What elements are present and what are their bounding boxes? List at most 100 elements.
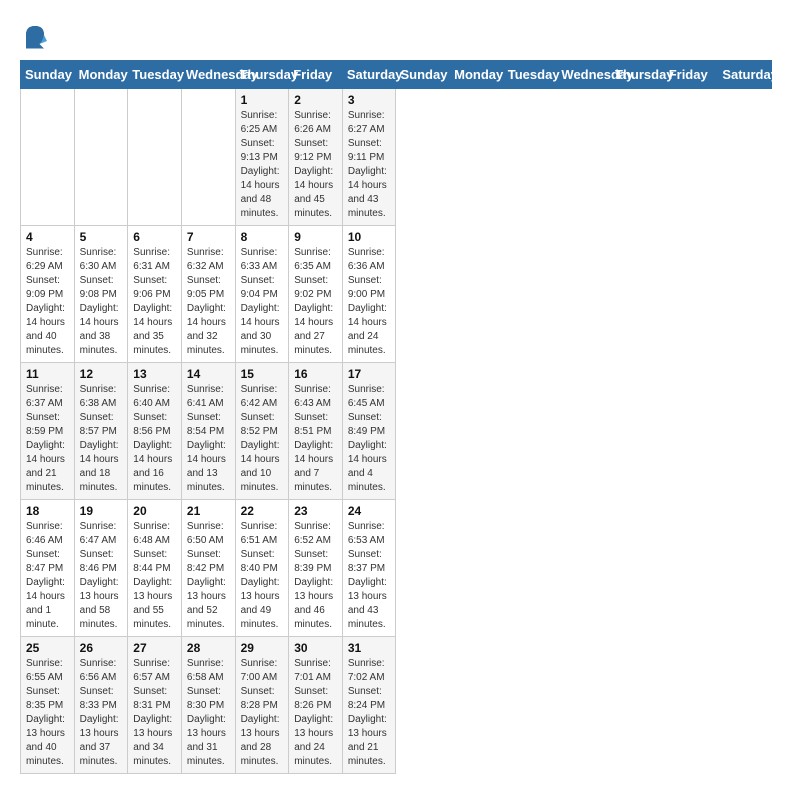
day-info: Sunrise: 6:30 AM Sunset: 9:08 PM Dayligh… <box>80 246 123 358</box>
calendar-cell: 23 Sunrise: 6:52 AM Sunset: 8:39 PM Dayli… <box>289 500 343 637</box>
calendar-cell: 18Sunrise: 6:46 AM Sunset: 8:47 PM Dayli… <box>21 500 75 637</box>
day-info: Sunrise: 6:36 AM Sunset: 9:00 PM Dayligh… <box>348 246 391 358</box>
day-info: Sunrise: 6:38 AM Sunset: 8:57 PM Dayligh… <box>80 383 123 495</box>
calendar-cell: 3 Sunrise: 6:27 AM Sunset: 9:11 PM Daylig… <box>342 89 396 226</box>
day-info: Sunrise: 6:52 AM Sunset: 8:39 PM Dayligh… <box>294 520 337 632</box>
day-info: Sunrise: 6:35 AM Sunset: 9:02 PM Dayligh… <box>294 246 337 358</box>
header-tuesday: Tuesday <box>503 61 557 89</box>
calendar-cell: 7 Sunrise: 6:32 AM Sunset: 9:05 PM Daylig… <box>181 226 235 363</box>
day-info: Sunrise: 6:53 AM Sunset: 8:37 PM Dayligh… <box>348 520 391 632</box>
day-info: Sunrise: 6:27 AM Sunset: 9:11 PM Dayligh… <box>348 109 391 221</box>
day-number: 26 <box>80 641 123 655</box>
day-info: Sunrise: 7:00 AM Sunset: 8:28 PM Dayligh… <box>241 657 284 769</box>
day-number: 28 <box>187 641 230 655</box>
calendar-cell: 20 Sunrise: 6:48 AM Sunset: 8:44 PM Dayli… <box>128 500 182 637</box>
calendar-cell: 19 Sunrise: 6:47 AM Sunset: 8:46 PM Dayli… <box>74 500 128 637</box>
header-wednesday: Wednesday <box>557 61 611 89</box>
day-number: 27 <box>133 641 176 655</box>
day-info: Sunrise: 6:51 AM Sunset: 8:40 PM Dayligh… <box>241 520 284 632</box>
calendar-week-row: 18Sunrise: 6:46 AM Sunset: 8:47 PM Dayli… <box>21 500 772 637</box>
day-number: 19 <box>80 504 123 518</box>
day-info: Sunrise: 6:43 AM Sunset: 8:51 PM Dayligh… <box>294 383 337 495</box>
day-number: 24 <box>348 504 391 518</box>
day-number: 11 <box>26 367 69 381</box>
header-friday: Friday <box>664 61 718 89</box>
day-number: 20 <box>133 504 176 518</box>
day-number: 13 <box>133 367 176 381</box>
calendar-week-row: 25 Sunrise: 6:55 AM Sunset: 8:35 PM Dayli… <box>21 637 772 774</box>
header-sunday: Sunday <box>396 61 450 89</box>
day-number: 15 <box>241 367 284 381</box>
day-number: 14 <box>187 367 230 381</box>
day-number: 16 <box>294 367 337 381</box>
header-saturday: Saturday <box>342 61 396 89</box>
day-info: Sunrise: 6:41 AM Sunset: 8:54 PM Dayligh… <box>187 383 230 495</box>
calendar-week-row: 1Sunrise: 6:25 AM Sunset: 9:13 PM Daylig… <box>21 89 772 226</box>
header-monday: Monday <box>74 61 128 89</box>
day-number: 9 <box>294 230 337 244</box>
calendar-cell <box>74 89 128 226</box>
day-number: 23 <box>294 504 337 518</box>
day-info: Sunrise: 6:42 AM Sunset: 8:52 PM Dayligh… <box>241 383 284 495</box>
day-info: Sunrise: 6:45 AM Sunset: 8:49 PM Dayligh… <box>348 383 391 495</box>
calendar-cell: 25 Sunrise: 6:55 AM Sunset: 8:35 PM Dayli… <box>21 637 75 774</box>
day-info: Sunrise: 6:47 AM Sunset: 8:46 PM Dayligh… <box>80 520 123 632</box>
day-info: Sunrise: 6:29 AM Sunset: 9:09 PM Dayligh… <box>26 246 69 358</box>
calendar-cell: 14 Sunrise: 6:41 AM Sunset: 8:54 PM Dayli… <box>181 363 235 500</box>
day-info: Sunrise: 6:48 AM Sunset: 8:44 PM Dayligh… <box>133 520 176 632</box>
day-number: 8 <box>241 230 284 244</box>
calendar-cell: 13 Sunrise: 6:40 AM Sunset: 8:56 PM Dayli… <box>128 363 182 500</box>
day-info: Sunrise: 6:58 AM Sunset: 8:30 PM Dayligh… <box>187 657 230 769</box>
calendar-cell: 24 Sunrise: 6:53 AM Sunset: 8:37 PM Dayli… <box>342 500 396 637</box>
calendar-cell: 26 Sunrise: 6:56 AM Sunset: 8:33 PM Dayli… <box>74 637 128 774</box>
header-thursday: Thursday <box>611 61 665 89</box>
day-info: Sunrise: 6:32 AM Sunset: 9:05 PM Dayligh… <box>187 246 230 358</box>
day-number: 7 <box>187 230 230 244</box>
day-number: 31 <box>348 641 391 655</box>
day-number: 3 <box>348 93 391 107</box>
day-number: 4 <box>26 230 69 244</box>
calendar-cell: 27 Sunrise: 6:57 AM Sunset: 8:31 PM Dayli… <box>128 637 182 774</box>
day-info: Sunrise: 6:56 AM Sunset: 8:33 PM Dayligh… <box>80 657 123 769</box>
day-number: 6 <box>133 230 176 244</box>
calendar-cell <box>21 89 75 226</box>
header-wednesday: Wednesday <box>181 61 235 89</box>
day-number: 10 <box>348 230 391 244</box>
header-monday: Monday <box>450 61 504 89</box>
day-info: Sunrise: 7:02 AM Sunset: 8:24 PM Dayligh… <box>348 657 391 769</box>
day-info: Sunrise: 6:55 AM Sunset: 8:35 PM Dayligh… <box>26 657 69 769</box>
calendar-cell: 4 Sunrise: 6:29 AM Sunset: 9:09 PM Daylig… <box>21 226 75 363</box>
day-number: 30 <box>294 641 337 655</box>
calendar-cell: 30 Sunrise: 7:01 AM Sunset: 8:26 PM Dayli… <box>289 637 343 774</box>
calendar-cell: 21Sunrise: 6:50 AM Sunset: 8:42 PM Dayli… <box>181 500 235 637</box>
calendar-cell: 2 Sunrise: 6:26 AM Sunset: 9:12 PM Daylig… <box>289 89 343 226</box>
day-info: Sunrise: 7:01 AM Sunset: 8:26 PM Dayligh… <box>294 657 337 769</box>
calendar-cell <box>181 89 235 226</box>
calendar-cell: 8 Sunrise: 6:33 AM Sunset: 9:04 PM Daylig… <box>235 226 289 363</box>
day-info: Sunrise: 6:33 AM Sunset: 9:04 PM Dayligh… <box>241 246 284 358</box>
day-number: 17 <box>348 367 391 381</box>
day-info: Sunrise: 6:26 AM Sunset: 9:12 PM Dayligh… <box>294 109 337 221</box>
calendar-cell: 31 Sunrise: 7:02 AM Sunset: 8:24 PM Dayli… <box>342 637 396 774</box>
header-tuesday: Tuesday <box>128 61 182 89</box>
calendar-cell: 6Sunrise: 6:31 AM Sunset: 9:06 PM Daylig… <box>128 226 182 363</box>
calendar-cell: 22 Sunrise: 6:51 AM Sunset: 8:40 PM Dayli… <box>235 500 289 637</box>
day-number: 18 <box>26 504 69 518</box>
day-number: 29 <box>241 641 284 655</box>
calendar-cell: 16 Sunrise: 6:43 AM Sunset: 8:51 PM Dayli… <box>289 363 343 500</box>
calendar-table: SundayMondayTuesdayWednesdayThursdayFrid… <box>20 60 772 774</box>
calendar-cell: 11Sunrise: 6:37 AM Sunset: 8:59 PM Dayli… <box>21 363 75 500</box>
calendar-cell: 10 Sunrise: 6:36 AM Sunset: 9:00 PM Dayli… <box>342 226 396 363</box>
day-number: 22 <box>241 504 284 518</box>
header-thursday: Thursday <box>235 61 289 89</box>
calendar-cell: 17 Sunrise: 6:45 AM Sunset: 8:49 PM Dayli… <box>342 363 396 500</box>
day-number: 25 <box>26 641 69 655</box>
calendar-cell: 15 Sunrise: 6:42 AM Sunset: 8:52 PM Dayli… <box>235 363 289 500</box>
page-header <box>20 20 772 50</box>
day-number: 12 <box>80 367 123 381</box>
day-number: 21 <box>187 504 230 518</box>
header-friday: Friday <box>289 61 343 89</box>
day-info: Sunrise: 6:40 AM Sunset: 8:56 PM Dayligh… <box>133 383 176 495</box>
day-number: 2 <box>294 93 337 107</box>
day-info: Sunrise: 6:57 AM Sunset: 8:31 PM Dayligh… <box>133 657 176 769</box>
